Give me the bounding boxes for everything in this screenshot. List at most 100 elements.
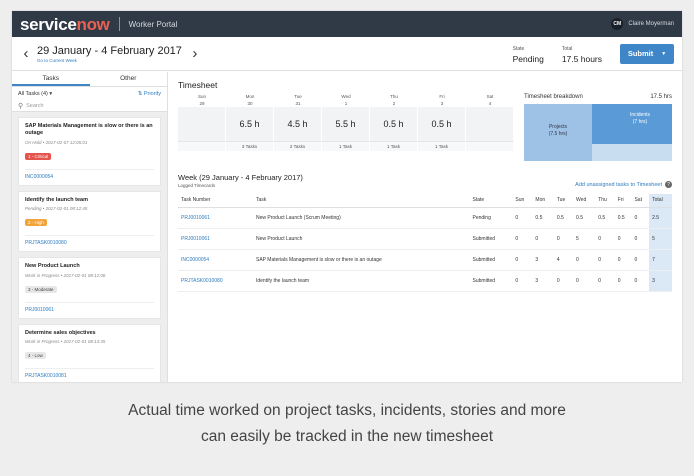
task-card[interactable]: Determine sales objectives Work in Progr… (18, 323, 161, 382)
hours-cell[interactable]: 0 (595, 270, 615, 292)
hours-cell[interactable]: 0 (614, 228, 632, 250)
previous-week-icon[interactable]: ‹ (20, 46, 32, 61)
user-name: Claire Moyerman (628, 21, 674, 27)
task-card[interactable]: Identify the launch team Pending • 2017-… (18, 190, 161, 253)
task-state: Submitted (469, 270, 513, 292)
day-name: Tue (294, 94, 302, 99)
servicenow-logo[interactable]: servicenow (20, 16, 110, 33)
column-header: Tue (553, 194, 574, 208)
day-hours[interactable]: 4.5 h (274, 107, 322, 141)
day-hours[interactable]: 0.5 h (370, 107, 418, 141)
day-hours[interactable] (466, 107, 514, 141)
task-card-number[interactable]: PRJTASK0010081 (25, 368, 154, 379)
week-section-title: Week (29 January - 4 February 2017) (178, 173, 303, 182)
task-card[interactable]: New Product Launch Work in Progress • 20… (18, 257, 161, 319)
add-unassigned-link[interactable]: Add unassigned tasks to Timesheet ? (575, 181, 672, 188)
breakdown-total: 17.5 hrs (650, 94, 672, 100)
priority-sort[interactable]: ⇅ Priority (138, 91, 161, 97)
day-hours[interactable] (178, 107, 226, 141)
help-icon[interactable]: ? (665, 181, 672, 188)
hours-cell[interactable]: 0 (631, 228, 650, 250)
chevron-down-icon[interactable]: ▼ (661, 51, 666, 57)
day-hours[interactable]: 5.5 h (322, 107, 370, 141)
hours-cell[interactable]: 0 (573, 270, 596, 292)
total-cell: 2.5 (649, 207, 672, 229)
hours-cell[interactable]: 0.5 (614, 207, 632, 229)
task-card-title: Identify the launch team (25, 196, 88, 203)
task-number-link[interactable]: PRJTASK0010080 (178, 270, 253, 292)
hours-cell[interactable]: 0.5 (553, 207, 574, 229)
column-header: State (469, 194, 513, 208)
hours-cell[interactable]: 0 (614, 249, 632, 271)
priority-badge: 4 - Low (25, 352, 46, 360)
hours-cell[interactable]: 0 (512, 249, 533, 271)
task-card-title: New Product Launch (25, 263, 80, 270)
task-number-link[interactable]: INC0000054 (178, 249, 253, 271)
task-tabs: Tasks Other (12, 72, 167, 87)
day-grid: Sun Mon Tue Wed Thu Fri Sat 29 30 31 1 2 3 4 6.5 h 4.… (178, 94, 514, 161)
hours-cell[interactable]: 0 (532, 228, 554, 250)
hours-cell[interactable]: 0 (553, 270, 574, 292)
total-cell: 5 (649, 228, 672, 250)
hours-cell[interactable]: 0 (614, 270, 632, 292)
task-card-number[interactable]: PRJ0010061 (25, 301, 154, 313)
task-number-link[interactable]: PRJ0010061 (178, 228, 253, 250)
tab-other[interactable]: Other (90, 72, 168, 86)
task-filter-dropdown[interactable]: All Tasks (4) ▾ (18, 91, 52, 97)
task-card-number[interactable]: PRJTASK0010080 (25, 235, 154, 246)
breakdown-treemap: Projects (7.5 hrs) Incidents (7 hrs) (524, 104, 672, 161)
hours-cell[interactable]: 3 (532, 249, 554, 271)
tab-tasks[interactable]: Tasks (12, 72, 90, 86)
hours-cell[interactable]: 4 (553, 249, 574, 271)
task-name: New Product Launch (252, 228, 470, 250)
hours-cell[interactable]: 5 (573, 228, 596, 250)
day-name: Fri (439, 94, 445, 99)
day-name: Mon (245, 94, 255, 99)
task-name: SAP Materials Management is slow or ther… (252, 249, 470, 271)
hours-cell[interactable]: 0.5 (595, 207, 615, 229)
hours-cell[interactable]: 3 (532, 270, 554, 292)
hours-cell[interactable]: 0.5 (573, 207, 596, 229)
hours-cell[interactable]: 0 (595, 249, 615, 271)
task-card-status: Pending • 2017-02-01 08:12:45 (25, 206, 88, 212)
task-search[interactable]: ⚲ Search (12, 101, 167, 112)
projects-label: Projects (7.5 hrs) (548, 124, 568, 137)
hours-cell[interactable]: 0 (631, 270, 650, 292)
timecard-table: Task Number Task State Sun Mon Tue Wed Thu Fri Sa… (178, 194, 672, 292)
submit-button[interactable]: Submit ▼ (620, 43, 674, 64)
table-row[interactable]: PRJTASK0010080 Identify the launch team Su… (178, 270, 672, 292)
column-header: Wed (573, 194, 596, 208)
hours-cell[interactable]: 0 (512, 207, 533, 229)
hours-cell[interactable]: 0 (553, 228, 574, 250)
task-card-number[interactable]: INC0000054 (25, 168, 154, 180)
day-task-count: 2 Tasks (274, 141, 322, 151)
day-hours[interactable]: 0.5 h (418, 107, 466, 141)
search-input[interactable]: Search (26, 103, 43, 109)
hours-cell[interactable]: 0 (512, 228, 533, 250)
hours-cell[interactable]: 0 (512, 270, 533, 292)
day-task-count (178, 141, 226, 151)
caption-line-2: can easily be tracked in the new timeshe… (200, 428, 494, 445)
task-state: Pending (469, 207, 513, 229)
current-week-link[interactable]: Go to Current Week (37, 58, 182, 63)
day-task-count: 1 Task (418, 141, 466, 151)
hours-cell[interactable]: 0 (595, 228, 615, 250)
next-week-icon[interactable]: › (189, 46, 201, 61)
table-row[interactable]: INC0000054 SAP Materials Management is sl… (178, 249, 672, 271)
task-number-link[interactable]: PRJ0010061 (178, 207, 253, 229)
priority-badge: 1 - Critical (25, 152, 52, 160)
hours-cell[interactable]: 0 (631, 249, 650, 271)
user-menu[interactable]: CM Claire Moyerman (611, 18, 674, 30)
hours-cell[interactable]: 0 (573, 249, 596, 271)
column-header: Fri (614, 194, 632, 208)
hours-cell[interactable]: 0 (631, 207, 650, 229)
table-row[interactable]: PRJ0010061 New Product Launch Submitted 0 0 0… (178, 228, 672, 250)
day-hours[interactable]: 6.5 h (226, 107, 274, 141)
caption: Actual time worked on project tasks, inc… (0, 398, 694, 450)
hours-cell[interactable]: 0.5 (532, 207, 554, 229)
column-header: Task Number (178, 194, 253, 208)
task-card-title: Determine sales objectives (25, 329, 96, 336)
task-card[interactable]: SAP Materials Management is slow or ther… (18, 117, 161, 186)
column-header: Total (649, 194, 672, 208)
table-row[interactable]: PRJ0010061 New Product Launch (Scrum Meet… (178, 207, 672, 229)
